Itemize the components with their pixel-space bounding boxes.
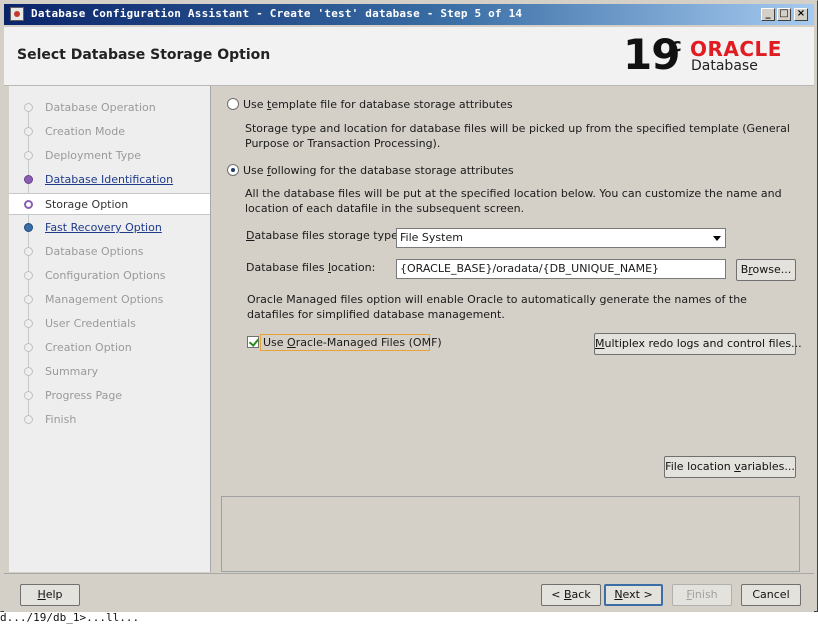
maximize-button[interactable]: □: [777, 8, 791, 21]
nav-step-creation-option: Creation Option: [9, 337, 210, 359]
step-status-icon: [24, 200, 33, 209]
step-status-icon: [24, 319, 33, 328]
nav-step-progress-page: Progress Page: [9, 385, 210, 407]
nav-step-fast-recovery-option[interactable]: Fast Recovery Option: [9, 217, 210, 239]
step-status-icon: [24, 247, 33, 256]
nav-step-label: Database Identification: [45, 173, 174, 186]
help-button[interactable]: Help: [20, 584, 80, 606]
steps-navigation: Database Operation Creation Mode Deploymen…: [9, 86, 211, 572]
chevron-down-icon: [713, 236, 721, 241]
nav-step-label: Creation Option: [45, 341, 132, 354]
product-name: Database: [691, 58, 758, 74]
step-status-icon: [24, 223, 33, 232]
storage-type-label: Database files storage type:: [246, 229, 402, 242]
window-title: Database Configuration Assistant - Creat…: [31, 7, 523, 20]
nav-step-user-credentials: User Credentials: [9, 313, 210, 335]
following-storage-radio[interactable]: [227, 164, 239, 176]
omf-description: Oracle Managed files option will enable …: [247, 293, 747, 321]
storage-option-panel: Use template file for database storage a…: [211, 86, 814, 572]
nav-step-database-options: Database Options: [9, 241, 210, 263]
template-storage-radio[interactable]: [227, 98, 239, 110]
file-location-variables-button[interactable]: File location variables...: [664, 456, 796, 478]
nav-step-label: Fast Recovery Option: [45, 221, 162, 234]
nav-step-deployment-type: Deployment Type: [9, 145, 210, 167]
nav-step-label: Management Options: [45, 293, 164, 306]
nav-step-label: Creation Mode: [45, 125, 126, 138]
wizard-footer: Help < Back Next > Finish Cancel: [4, 573, 814, 612]
nav-step-label: Deployment Type: [45, 149, 142, 162]
back-button[interactable]: < Back: [541, 584, 601, 606]
nav-step-configuration-options: Configuration Options: [9, 265, 210, 287]
java-app-icon: [10, 7, 24, 21]
step-status-icon: [24, 367, 33, 376]
nav-step-label: User Credentials: [45, 317, 136, 330]
storage-type-value: File System: [400, 231, 463, 244]
nav-step-label: Finish: [45, 413, 77, 426]
files-location-input[interactable]: {ORACLE_BASE}/oradata/{DB_UNIQUE_NAME}: [396, 259, 726, 279]
title-bar[interactable]: Database Configuration Assistant - Creat…: [4, 4, 814, 25]
nav-step-label: Progress Page: [45, 389, 123, 402]
minimize-button[interactable]: _: [761, 8, 775, 21]
version-suffix: c: [671, 35, 682, 56]
omf-checkbox[interactable]: [247, 336, 259, 348]
template-storage-label[interactable]: Use template file for database storage a…: [243, 98, 513, 111]
omf-label[interactable]: Use Oracle-Managed Files (OMF): [263, 336, 442, 349]
nav-step-label: Storage Option: [45, 198, 129, 211]
template-storage-description: Storage type and location for database f…: [245, 122, 790, 150]
message-area: [221, 496, 800, 572]
nav-step-database-operation: Database Operation: [9, 97, 210, 119]
close-button[interactable]: ×: [794, 8, 808, 21]
nav-step-storage-option: Storage Option: [9, 193, 210, 215]
nav-step-management-options: Management Options: [9, 289, 210, 311]
step-status-icon: [24, 103, 33, 112]
nav-step-label: Database Operation: [45, 101, 156, 114]
following-storage-description: All the database files will be put at th…: [245, 187, 782, 215]
browse-button[interactable]: Browse...: [736, 259, 796, 281]
step-status-icon: [24, 127, 33, 136]
page-header: Select Database Storage Option 19 c ORAC…: [4, 27, 814, 86]
background-terminal-text: d.../19/db_1>...ll...: [0, 612, 230, 625]
nav-step-summary: Summary: [9, 361, 210, 383]
nav-step-finish: Finish: [9, 409, 210, 431]
step-status-icon: [24, 271, 33, 280]
step-status-icon: [24, 343, 33, 352]
files-location-label: Database files location:: [246, 261, 376, 274]
cancel-button[interactable]: Cancel: [741, 584, 801, 606]
dbca-window: Database Configuration Assistant - Creat…: [0, 0, 818, 612]
storage-type-select[interactable]: File System: [396, 228, 726, 248]
following-storage-label[interactable]: Use following for the database storage a…: [243, 164, 514, 177]
nav-step-label: Summary: [45, 365, 99, 378]
page-title: Select Database Storage Option: [17, 47, 271, 63]
nav-step-creation-mode: Creation Mode: [9, 121, 210, 143]
step-status-icon: [24, 415, 33, 424]
nav-step-label: Database Options: [45, 245, 144, 258]
step-status-icon: [24, 391, 33, 400]
finish-button[interactable]: Finish: [672, 584, 732, 606]
nav-step-label: Configuration Options: [45, 269, 166, 282]
nav-step-database-identification[interactable]: Database Identification: [9, 169, 210, 191]
step-status-icon: [24, 295, 33, 304]
step-status-icon: [24, 175, 33, 184]
next-button[interactable]: Next >: [604, 584, 663, 606]
step-status-icon: [24, 151, 33, 160]
multiplex-redo-button[interactable]: Multiplex redo logs and control files...: [594, 333, 802, 355]
